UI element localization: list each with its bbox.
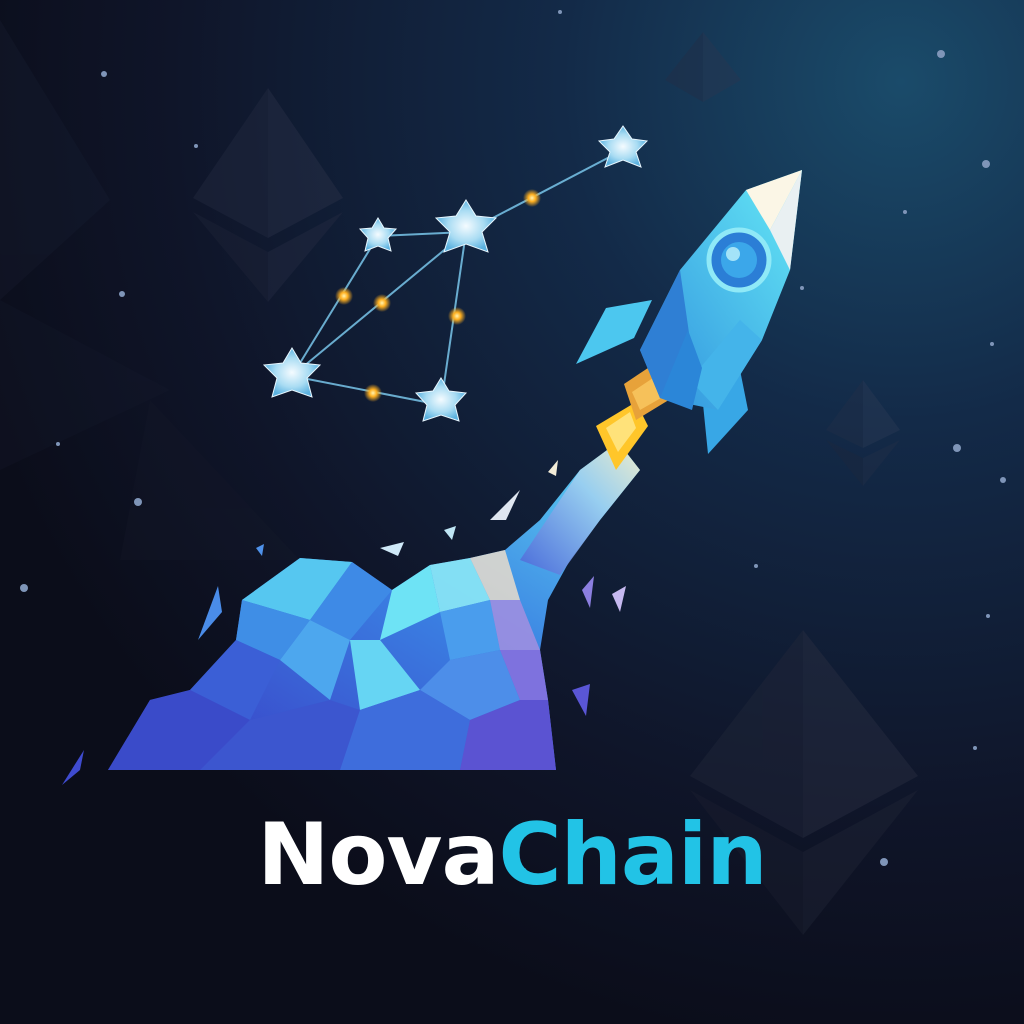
wordmark-chain: Chain	[498, 805, 768, 905]
logo-scene: NovaChain	[0, 0, 1024, 1024]
rocket-porthole	[706, 227, 772, 293]
wordmark-nova: Nova	[257, 805, 499, 905]
brand-wordmark: NovaChain	[0, 812, 1024, 898]
